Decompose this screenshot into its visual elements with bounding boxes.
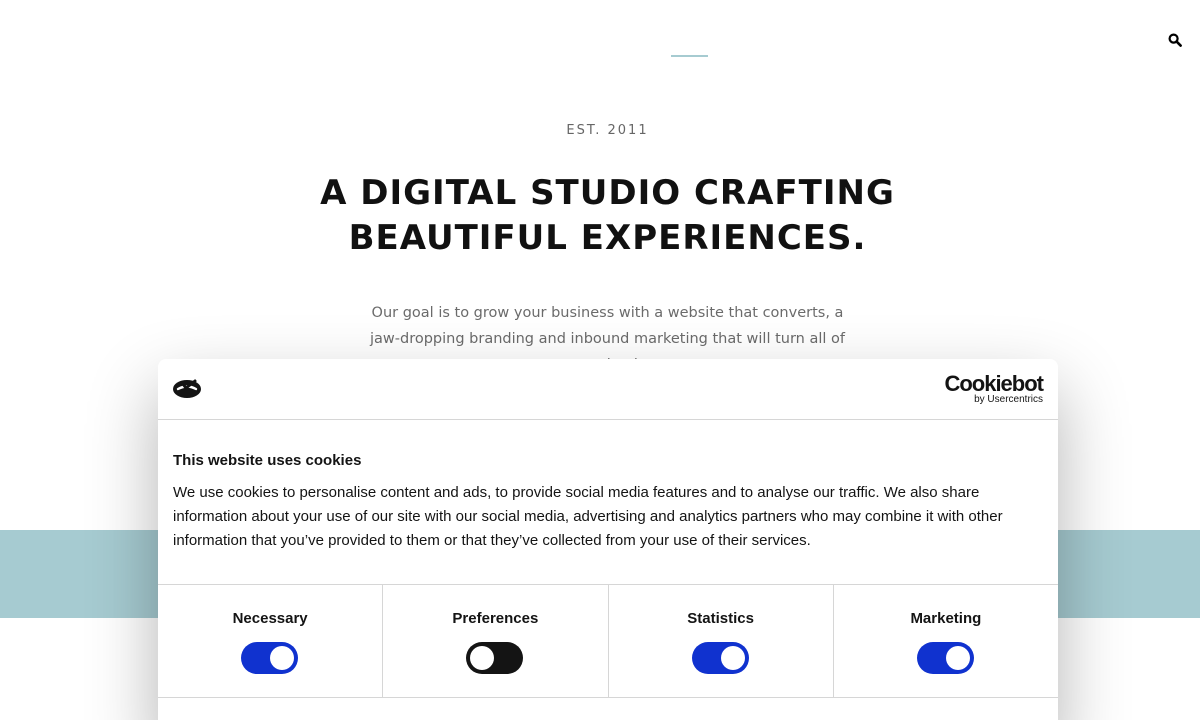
- preferences-toggle[interactable]: [466, 642, 524, 674]
- toggle-knob: [270, 646, 295, 670]
- category-label: Marketing: [910, 610, 982, 627]
- hero-title-line-2: BEAUTIFUL EXPERIENCES.: [348, 218, 867, 258]
- cookie-consent-dialog: Cookiebot by Usercentrics This website u…: [158, 359, 1058, 720]
- cookiebot-brand[interactable]: Cookiebot by Usercentrics: [944, 371, 1044, 406]
- cookiebot-logo-icon: [173, 379, 201, 398]
- cookie-category-row: Necessary Preferences Statistics Marketi…: [158, 584, 1058, 698]
- search-button[interactable]: [1164, 29, 1186, 51]
- category-label: Necessary: [232, 610, 308, 627]
- nav-accent-line: [671, 55, 708, 57]
- cookie-dialog-text: We use cookies to personalise content an…: [173, 484, 1003, 549]
- category-label: Preferences: [452, 610, 539, 627]
- cookie-dialog-title: This website uses cookies: [173, 452, 362, 469]
- statistics-toggle[interactable]: [691, 642, 749, 674]
- search-icon: [1168, 33, 1182, 47]
- cookie-dialog-header: Cookiebot by Usercentrics: [158, 359, 1058, 420]
- toggle-knob: [470, 646, 495, 670]
- cookie-category-preferences: Preferences: [383, 585, 609, 697]
- category-label: Statistics: [687, 610, 754, 627]
- established-label: EST. 2011: [566, 123, 649, 138]
- cookie-category-statistics: Statistics: [609, 585, 834, 697]
- toggle-knob: [720, 646, 745, 670]
- cookie-category-necessary: Necessary: [158, 585, 384, 697]
- necessary-toggle[interactable]: [241, 642, 299, 674]
- cookiebot-brand-name: Cookiebot: [944, 371, 1044, 396]
- cookie-category-marketing: Marketing: [834, 585, 1058, 697]
- hero-title-line-1: A DIGITAL STUDIO CRAFTING: [320, 173, 895, 213]
- page: EST. 2011 A DIGITAL STUDIO CRAFTING BEAU…: [0, 0, 1200, 720]
- marketing-toggle[interactable]: [916, 642, 974, 674]
- toggle-knob: [945, 646, 970, 670]
- hero-title: A DIGITAL STUDIO CRAFTING BEAUTIFUL EXPE…: [300, 171, 915, 261]
